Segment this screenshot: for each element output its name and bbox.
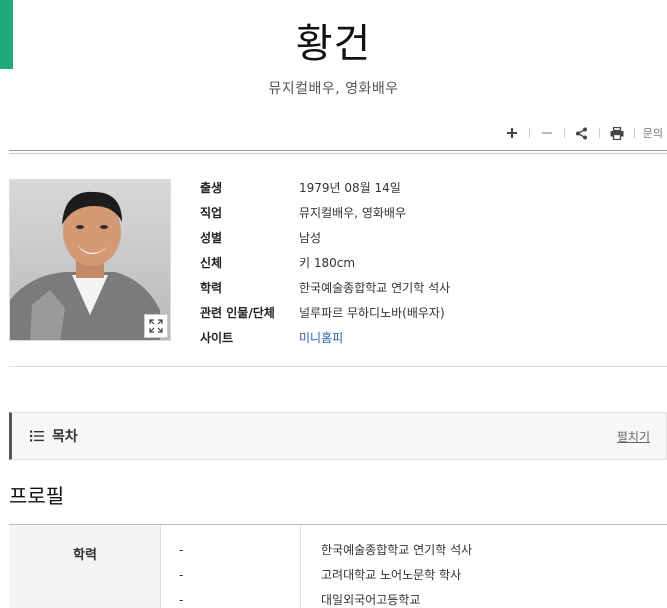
- toolbar-divider: [598, 128, 600, 138]
- print-icon[interactable]: [606, 123, 628, 143]
- education-label: 학력: [73, 548, 97, 563]
- share-icon[interactable]: [571, 123, 593, 143]
- info-label: 직업: [200, 206, 223, 220]
- table-header-cell: 학력: [9, 525, 161, 608]
- page-title: 황건: [295, 21, 372, 67]
- toolbar: 문의: [501, 123, 663, 143]
- header-divider: [9, 150, 667, 154]
- inquiry-link[interactable]: 문의: [643, 125, 663, 141]
- info-row-gender: 성별 남성: [200, 225, 450, 250]
- table-cell-date: -: [179, 593, 184, 607]
- info-value: 키 180cm: [299, 256, 356, 270]
- info-label: 학력: [200, 281, 223, 295]
- info-label: 출생: [200, 181, 223, 195]
- info-row-birth: 출생 1979년 08월 14일: [200, 175, 450, 200]
- info-value: 뮤지컬배우, 영화배우: [299, 206, 406, 220]
- info-label: 관련 인물/단체: [200, 306, 275, 320]
- info-value: 널루파르 무하디노바(배우자): [299, 306, 445, 320]
- table-cell-date: -: [179, 543, 184, 557]
- toolbar-divider: [528, 128, 530, 138]
- expand-icon[interactable]: [144, 314, 168, 338]
- info-row-occupation: 직업 뮤지컬배우, 영화배우: [200, 200, 450, 225]
- minihompy-link[interactable]: 미니홈피: [299, 329, 343, 346]
- section-title-profile: 프로필: [9, 484, 65, 508]
- info-row-related: 관련 인물/단체 널루파르 무하디노바(배우자): [200, 300, 450, 325]
- info-value: 한국예술종합학교 연기학 석사: [299, 281, 451, 295]
- table-cell-value: 한국예술종합학교 연기학 석사: [321, 543, 473, 557]
- info-label: 사이트: [200, 331, 234, 345]
- info-value: 1979년 08월 14일: [299, 181, 401, 195]
- info-row-site: 사이트 미니홈피: [200, 325, 450, 350]
- toolbar-divider: [563, 128, 565, 138]
- info-value: 남성: [299, 231, 322, 245]
- profile-table: 학력 - - - 한국예술종합학교 연기학 석사 고려대학교 노어노문학 학사 …: [9, 525, 667, 608]
- infobox: 출생 1979년 08월 14일 직업 뮤지컬배우, 영화배우 성별 남성 신체…: [200, 175, 450, 350]
- toc-expand-link[interactable]: 펼치기: [617, 428, 650, 445]
- table-cell-date: -: [179, 568, 184, 582]
- toolbar-divider: [633, 128, 635, 138]
- infobox-divider: [9, 366, 667, 367]
- list-icon: [30, 427, 44, 446]
- info-row-body: 신체 키 180cm: [200, 250, 450, 275]
- toc-title: 목차: [52, 429, 78, 445]
- page-subtitle: 뮤지컬배우, 영화배우: [268, 81, 399, 97]
- table-cell-value: 고려대학교 노어노문학 학사: [321, 568, 462, 582]
- value-column: 한국예술종합학교 연기학 석사 고려대학교 노어노문학 학사 대일외국어고등학교: [301, 525, 667, 608]
- profile-photo[interactable]: [9, 179, 171, 341]
- info-label: 성별: [200, 231, 223, 245]
- info-label: 신체: [200, 256, 223, 270]
- header: 황건 뮤지컬배우, 영화배우: [0, 14, 667, 98]
- date-column: - - -: [161, 525, 301, 608]
- plus-icon[interactable]: [501, 123, 523, 143]
- table-cell-value: 대일외국어고등학교: [321, 593, 421, 607]
- info-row-education: 학력 한국예술종합학교 연기학 석사: [200, 275, 450, 300]
- toc-box: 목차 펼치기: [9, 412, 667, 460]
- minus-icon[interactable]: [536, 123, 558, 143]
